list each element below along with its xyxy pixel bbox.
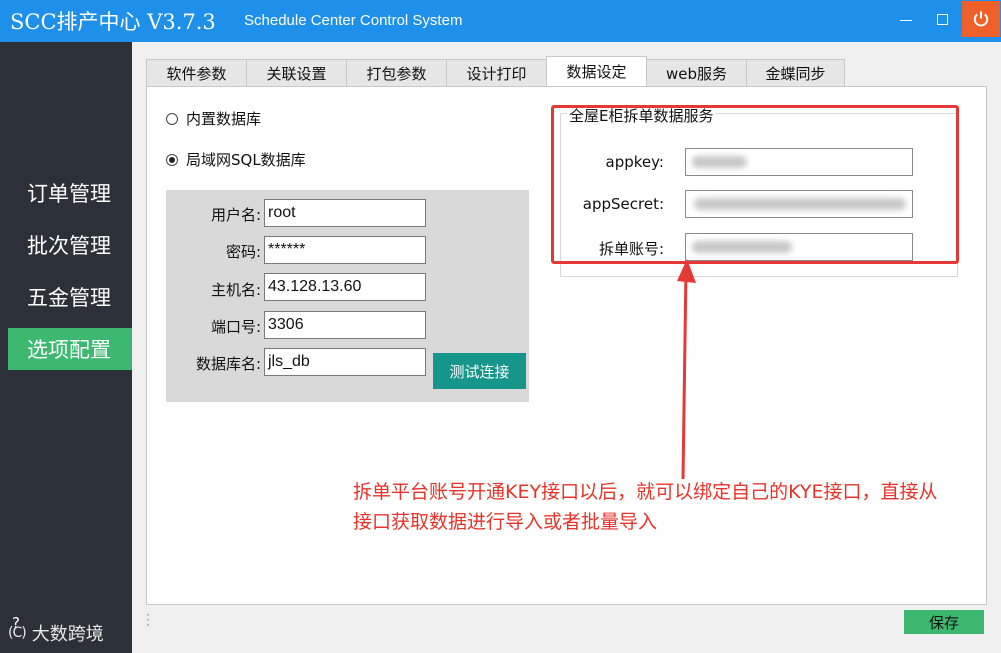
watermark: (C) 大数跨境 xyxy=(8,620,104,646)
highlight-box xyxy=(551,105,959,264)
arrow-icon xyxy=(677,259,696,480)
sidebar-item-options[interactable]: 选项配置 xyxy=(8,328,132,370)
tab-kingdee-sync[interactable]: 金蝶同步 xyxy=(746,59,845,86)
title-bar: SCC排产中心 V3.7.3 Schedule Center Control S… xyxy=(0,0,1001,42)
tab-design-print[interactable]: 设计打印 xyxy=(446,59,547,86)
grip-icon: · · · xyxy=(146,608,150,632)
main-area: 软件参数 关联设置 打包参数 设计打印 数据设定 web服务 金蝶同步 内置数据… xyxy=(132,42,1001,653)
sidebar-item-orders[interactable]: 订单管理 xyxy=(8,172,132,214)
tab-data-settings[interactable]: 数据设定 xyxy=(546,56,647,86)
dbname-label: 数据库名: xyxy=(195,355,261,373)
username-field[interactable]: root xyxy=(264,199,426,227)
power-icon xyxy=(973,11,989,27)
save-button[interactable]: 保存 xyxy=(904,610,984,634)
maximize-button[interactable] xyxy=(924,0,960,38)
db-connection-box: 用户名: root 密码: ****** 主机名: 43.128.13.60 端… xyxy=(166,190,529,402)
tab-packing-params[interactable]: 打包参数 xyxy=(346,59,447,86)
radio-lan-sql-label: 局域网SQL数据库 xyxy=(186,151,306,169)
radio-builtin-db[interactable]: 内置数据库 xyxy=(166,108,261,129)
sidebar: 订单管理 批次管理 五金管理 选项配置 ? xyxy=(0,42,132,653)
status-bar: · · · xyxy=(146,608,906,634)
watermark-text: 大数跨境 xyxy=(31,624,104,645)
port-label: 端口号: xyxy=(210,318,261,336)
minimize-icon xyxy=(900,19,912,21)
dbname-field[interactable]: jls_db xyxy=(264,348,426,376)
radio-lan-sql-db[interactable]: 局域网SQL数据库 xyxy=(166,149,306,170)
tab-link-settings[interactable]: 关联设置 xyxy=(246,59,347,86)
annotation-text: 拆单平台账号开通KEY接口以后，就可以绑定自己的KYE接口，直接从 接口获取数据… xyxy=(353,477,1001,537)
username-label: 用户名: xyxy=(210,206,261,224)
app-subtitle: Schedule Center Control System xyxy=(244,12,463,29)
password-label: 密码: xyxy=(225,243,261,261)
sidebar-item-batches[interactable]: 批次管理 xyxy=(8,224,132,266)
power-button[interactable] xyxy=(962,1,1000,37)
app-title: SCC排产中心 V3.7.3 xyxy=(10,10,216,34)
radio-builtin-indicator[interactable] xyxy=(166,112,178,125)
tab-panel: 内置数据库 局域网SQL数据库 用户名: root 密码: ****** 主机名… xyxy=(146,86,987,605)
watermark-logo: (C) xyxy=(8,625,27,641)
tab-bar: 软件参数 关联设置 打包参数 设计打印 数据设定 web服务 金蝶同步 xyxy=(146,56,845,86)
radio-builtin-label: 内置数据库 xyxy=(186,110,262,128)
tab-web-service[interactable]: web服务 xyxy=(646,59,747,86)
test-connection-button[interactable]: 测试连接 xyxy=(433,353,526,389)
sidebar-item-hardware[interactable]: 五金管理 xyxy=(8,276,132,318)
tab-software-params[interactable]: 软件参数 xyxy=(146,59,247,86)
annotation-line-1: 拆单平台账号开通KEY接口以后，就可以绑定自己的KYE接口，直接从 xyxy=(353,481,938,503)
maximize-icon xyxy=(936,13,948,25)
port-field[interactable]: 3306 xyxy=(264,311,426,339)
host-field[interactable]: 43.128.13.60 xyxy=(264,273,426,301)
minimize-button[interactable] xyxy=(888,0,924,38)
radio-lan-sql-indicator[interactable] xyxy=(166,153,178,166)
annotation-line-2: 接口获取数据进行导入或者批量导入 xyxy=(353,511,658,533)
password-field[interactable]: ****** xyxy=(264,236,426,264)
host-label: 主机名: xyxy=(210,281,261,299)
